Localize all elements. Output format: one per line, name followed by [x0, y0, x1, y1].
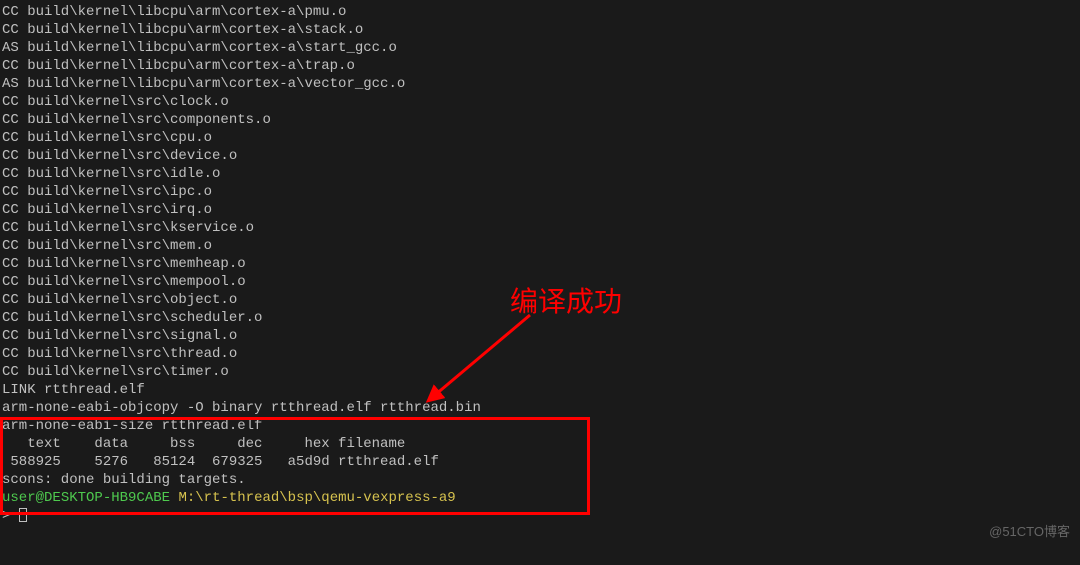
prompt-line: user@DESKTOP-HB9CABE M:\rt-thread\bsp\qe… [0, 489, 1080, 507]
terminal-line: CC build\kernel\src\mem.o [0, 237, 1080, 255]
terminal-line: CC build\kernel\src\timer.o [0, 363, 1080, 381]
terminal-line: CC build\kernel\libcpu\arm\cortex-a\pmu.… [0, 3, 1080, 21]
annotation-label: 编译成功 [510, 280, 622, 320]
terminal-line: CC build\kernel\src\idle.o [0, 165, 1080, 183]
cursor [19, 508, 27, 522]
terminal-output[interactable]: CC build\kernel\libcpu\arm\cortex-a\pmu.… [0, 3, 1080, 525]
watermark: @51CTO博客 [989, 521, 1070, 540]
terminal-line: 588925 5276 85124 679325 a5d9d rtthread.… [0, 453, 1080, 471]
terminal-line: CC build\kernel\libcpu\arm\cortex-a\stac… [0, 21, 1080, 39]
prompt-drive: M: [178, 490, 195, 506]
terminal-line: CC build\kernel\src\components.o [0, 111, 1080, 129]
terminal-line: arm-none-eabi-size rtthread.elf [0, 417, 1080, 435]
prompt-user: user [2, 490, 36, 506]
terminal-line: CC build\kernel\src\cpu.o [0, 129, 1080, 147]
terminal-line: CC build\kernel\src\ipc.o [0, 183, 1080, 201]
terminal-line: text data bss dec hex filename [0, 435, 1080, 453]
terminal-line: CC build\kernel\src\signal.o [0, 327, 1080, 345]
terminal-line: AS build\kernel\libcpu\arm\cortex-a\vect… [0, 75, 1080, 93]
prompt-input-line[interactable]: > [0, 507, 1080, 525]
terminal-line: CC build\kernel\src\irq.o [0, 201, 1080, 219]
prompt-symbol: > [2, 508, 19, 524]
terminal-line: CC build\kernel\libcpu\arm\cortex-a\trap… [0, 57, 1080, 75]
terminal-line: CC build\kernel\src\device.o [0, 147, 1080, 165]
terminal-line: CC build\kernel\src\memheap.o [0, 255, 1080, 273]
terminal-line: CC build\kernel\src\kservice.o [0, 219, 1080, 237]
terminal-line: scons: done building targets. [0, 471, 1080, 489]
prompt-host: DESKTOP-HB9CABE [44, 490, 170, 506]
terminal-line: CC build\kernel\src\clock.o [0, 93, 1080, 111]
prompt-path: \rt-thread\bsp\qemu-vexpress-a9 [195, 490, 455, 506]
terminal-line: CC build\kernel\src\thread.o [0, 345, 1080, 363]
terminal-line: arm-none-eabi-objcopy -O binary rtthread… [0, 399, 1080, 417]
terminal-line: AS build\kernel\libcpu\arm\cortex-a\star… [0, 39, 1080, 57]
terminal-line: LINK rtthread.elf [0, 381, 1080, 399]
